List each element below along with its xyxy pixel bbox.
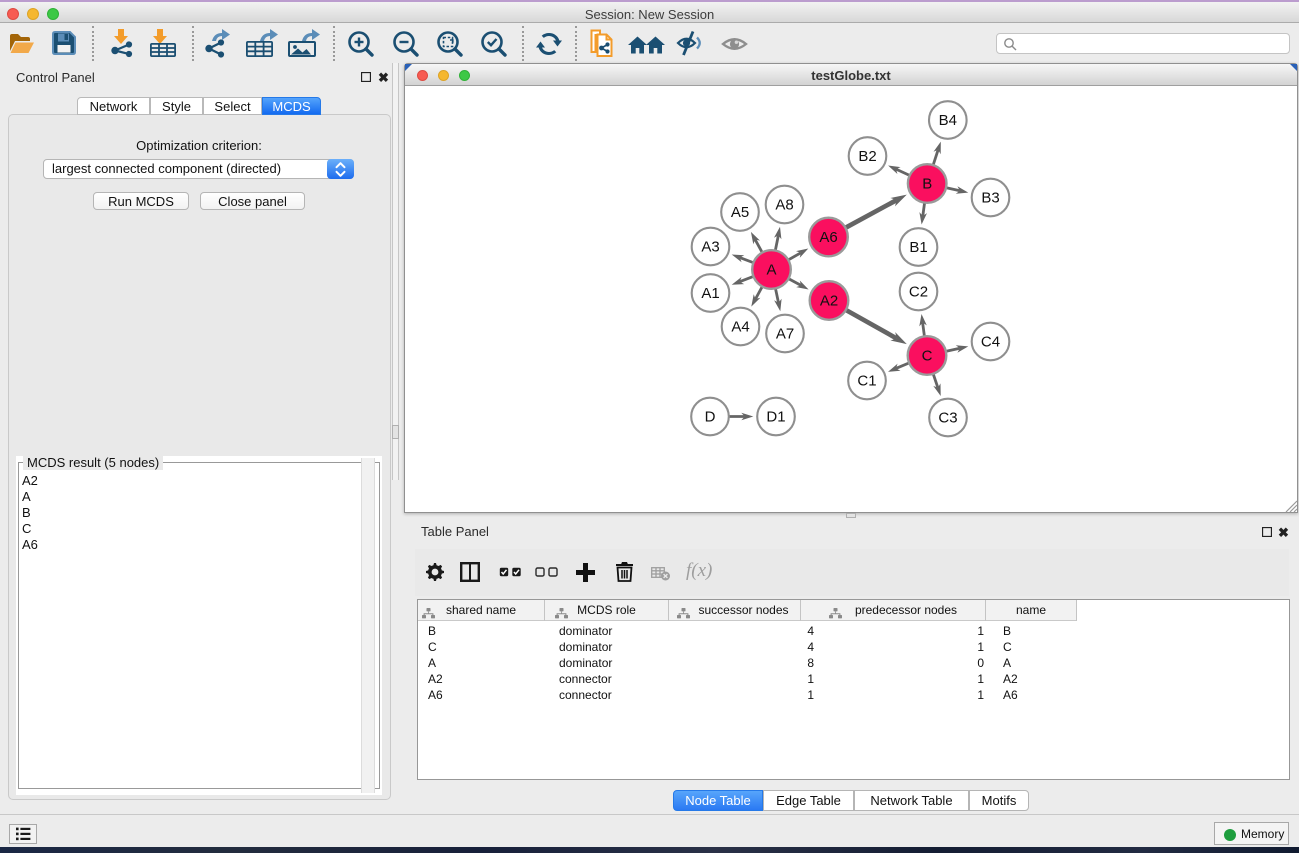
svg-text:C1: C1 <box>857 373 876 390</box>
svg-text:C3: C3 <box>938 410 957 427</box>
svg-text:A6: A6 <box>819 229 837 246</box>
svg-text:A4: A4 <box>731 319 749 336</box>
svg-text:B2: B2 <box>858 148 876 165</box>
svg-text:A2: A2 <box>820 293 838 310</box>
svg-text:A7: A7 <box>776 326 794 343</box>
svg-text:B: B <box>922 176 932 193</box>
svg-text:A3: A3 <box>701 239 719 256</box>
svg-text:A: A <box>766 262 776 279</box>
svg-text:D1: D1 <box>766 409 785 426</box>
svg-text:B1: B1 <box>909 239 927 256</box>
svg-text:C4: C4 <box>981 334 1000 351</box>
svg-text:A5: A5 <box>731 204 749 221</box>
svg-text:B4: B4 <box>939 112 957 129</box>
svg-text:D: D <box>705 409 716 426</box>
svg-text:B3: B3 <box>981 190 999 207</box>
svg-text:C: C <box>922 348 933 365</box>
svg-text:A1: A1 <box>701 285 719 302</box>
svg-text:A8: A8 <box>775 197 793 214</box>
svg-text:C2: C2 <box>909 284 928 301</box>
